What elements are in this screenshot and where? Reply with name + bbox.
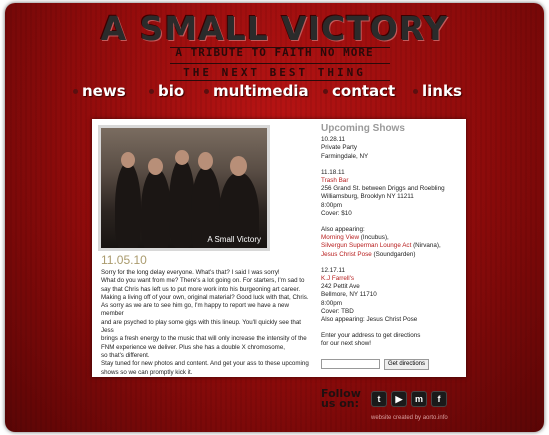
bullet-icon [413, 88, 418, 94]
divider [170, 63, 390, 64]
show-line: 8:00pm [321, 201, 343, 209]
show-line: Private Party [321, 144, 358, 152]
post-line: and are psyched to play some gigs with t… [101, 318, 301, 335]
post-line: FNM experience we deliver. Plus she has … [101, 343, 285, 351]
shows-heading: Upcoming Shows [321, 123, 405, 134]
post-line: Stay tuned for new photos and content. A… [101, 360, 309, 368]
nav-label: contact [332, 82, 396, 100]
divider [170, 80, 390, 81]
show-line: Farmingdale, NY [321, 152, 369, 160]
myspace-icon[interactable]: m [411, 391, 427, 407]
also-appearing-row: Silvergun Superman Lounge Act (Nirvana), [321, 242, 461, 250]
show-date: 10.28.11 [321, 136, 346, 144]
bullet-icon [204, 88, 209, 94]
twitter-icon[interactable]: t [371, 391, 387, 407]
also-appearing-row: Morning View (Incubus), [321, 234, 461, 242]
bullet-icon [149, 88, 154, 94]
show-date: 12.17.11 [321, 266, 346, 274]
show-item: 11.18.11 Trash Bar 256 Grand St. between… [321, 169, 461, 259]
facebook-icon[interactable]: f [431, 391, 447, 407]
page-frame: A SMALL VICTORY A TRIBUTE TO FAITH NO MO… [5, 3, 544, 432]
post-body: Sorry for the long delay everyone. What'… [101, 269, 313, 377]
show-line: 242 Pettit Ave [321, 283, 360, 291]
post-line: so that's different. [101, 351, 150, 359]
nav-label: links [422, 82, 462, 100]
post-line: As sorry as we are to see him go, I'm ha… [101, 302, 289, 318]
photo-caption: A Small Victory [207, 235, 261, 244]
band-note: (Soundgarden) [371, 250, 416, 258]
nav-multimedia[interactable]: multimedia [204, 82, 309, 100]
post-line: Making a living off of your own, origina… [101, 293, 309, 301]
youtube-icon[interactable]: ▶ [391, 391, 407, 407]
get-directions-button[interactable]: Get directions [384, 358, 430, 370]
follow-us-label: Follow us on: [321, 388, 361, 410]
venue-link[interactable]: Trash Bar [321, 177, 348, 184]
site-credit: website created by aorto.info [371, 415, 448, 421]
show-line: Also appearing: Jesus Christ Pose [321, 316, 418, 324]
site-subtitle: A TRIBUTE TO FAITH NO MORE [175, 46, 374, 59]
site-title: A SMALL VICTORY [100, 9, 449, 48]
show-line: 8:00pm [321, 299, 343, 307]
show-line: 256 Grand St. between Driggs and Roeblin… [321, 185, 445, 193]
post-line: brings a fresh energy to the music that … [101, 335, 307, 343]
show-date: 11.18.11 [321, 168, 345, 176]
nav-bio[interactable]: bio [149, 82, 184, 100]
show-line: Bellmore, NY 11710 [321, 291, 377, 299]
post-line: shows so we can promptly kick it. [101, 368, 193, 376]
post-line: Sorry for the long delay everyone. What'… [101, 269, 280, 276]
show-line: Cover: $10 [321, 209, 352, 217]
nav-label: news [82, 82, 126, 100]
signup-text: Enter your address to get directions [321, 332, 421, 340]
nav-label: bio [158, 82, 185, 100]
band-link[interactable]: Morning View [321, 234, 359, 241]
band-note: (Incubus), [359, 234, 389, 242]
band-photo-frame: A Small Victory [98, 125, 270, 251]
bullet-icon [73, 88, 78, 94]
nav-label: multimedia [213, 82, 309, 100]
nav-links[interactable]: links [413, 82, 462, 100]
upcoming-shows: Upcoming Shows 10.28.11 Private Party Fa… [321, 123, 461, 370]
post-line: say that Chris has left us to put more w… [101, 285, 301, 293]
show-item: 10.28.11 Private Party Farmingdale, NY [321, 136, 461, 161]
main-nav: news bio multimedia contact links [5, 82, 544, 104]
show-line: Cover: TBD [321, 307, 354, 315]
venue-link[interactable]: K.J Farrell's [321, 275, 354, 282]
site-tagline: THE NEXT BEST THING [183, 66, 366, 79]
follow-text: us on: [321, 397, 359, 410]
show-item: 12.17.11 K.J Farrell's 242 Pettit Ave Be… [321, 267, 461, 324]
band-link[interactable]: Silvergun Superman Lounge Act [321, 242, 411, 249]
nav-contact[interactable]: contact [323, 82, 395, 100]
address-input[interactable] [321, 358, 380, 369]
post-date: 11.05.10 [101, 253, 147, 267]
nav-news[interactable]: news [73, 82, 126, 100]
bullet-icon [323, 88, 328, 94]
show-line: Williamsburg, Brooklyn NY 11211 [321, 193, 414, 201]
content-panel: A Small Victory 11.05.10 Sorry for the l… [92, 119, 466, 377]
band-note: (Nirvana), [411, 242, 441, 250]
social-links: t ▶ m f [371, 391, 447, 407]
directions-signup: Enter your address to get directions for… [321, 332, 461, 370]
also-appearing-label: Also appearing: [321, 226, 365, 234]
signup-text: for our next show! [321, 340, 372, 348]
directions-form: Get directions [321, 358, 461, 370]
band-link[interactable]: Jesus Christ Pose [321, 251, 372, 258]
band-photo: A Small Victory [101, 128, 267, 248]
post-line: What do you want from me? There's a lot … [101, 277, 305, 285]
also-appearing-row: Jesus Christ Pose (Soundgarden) [321, 251, 461, 259]
